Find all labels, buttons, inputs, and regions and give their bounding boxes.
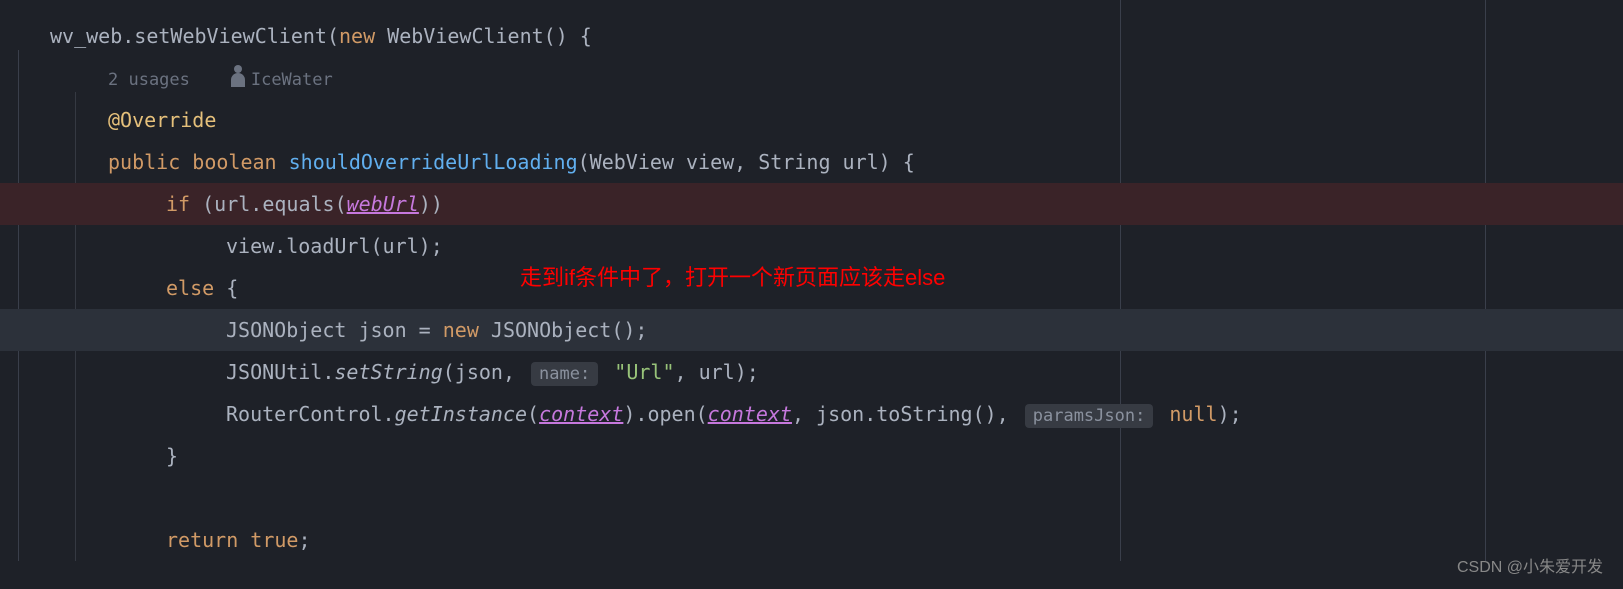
code-editor[interactable]: wv_web.setWebViewClient(new WebViewClien… xyxy=(0,0,1623,561)
keyword-public: public xyxy=(108,150,180,174)
keyword-else: else xyxy=(166,276,214,300)
keyword-new: new xyxy=(339,24,375,48)
code-text: WebViewClient() { xyxy=(375,24,592,48)
variable-context[interactable]: context xyxy=(708,402,792,426)
code-text: RouterControl. xyxy=(226,402,395,426)
code-text: { xyxy=(214,276,238,300)
annotation-override: @Override xyxy=(108,108,216,132)
code-line[interactable]: return true; xyxy=(0,519,1623,561)
code-text: , json.toString(), xyxy=(792,402,1021,426)
code-text: JSONObject json = xyxy=(226,318,443,342)
code-text: JSONObject(); xyxy=(479,318,648,342)
string-literal: "Url" xyxy=(614,360,674,384)
keyword-new: new xyxy=(443,318,479,342)
code-line[interactable]: else { xyxy=(0,267,1623,309)
code-text: wv_web.setWebViewClient( xyxy=(50,24,339,48)
code-text: (json, xyxy=(443,360,527,384)
code-text: ); xyxy=(1218,402,1242,426)
code-line[interactable]: JSONUtil.setString(json, name: "Url", ur… xyxy=(0,351,1623,393)
keyword-return: return xyxy=(166,528,238,552)
user-icon xyxy=(231,73,245,87)
code-line-empty[interactable] xyxy=(0,477,1623,519)
code-line[interactable]: RouterControl.getInstance(context).open(… xyxy=(0,393,1623,435)
inlay-hint-line: 2 usages IceWater xyxy=(0,57,1623,99)
close-brace: } xyxy=(166,444,178,468)
code-line[interactable]: @Override xyxy=(0,99,1623,141)
code-text: )) xyxy=(419,192,443,216)
param-hint-name: name: xyxy=(531,362,598,386)
code-text: ).open( xyxy=(623,402,707,426)
keyword-null: null xyxy=(1169,402,1217,426)
code-text: JSONUtil. xyxy=(226,360,334,384)
code-line[interactable]: } xyxy=(0,435,1623,477)
code-line[interactable]: public boolean shouldOverrideUrlLoading(… xyxy=(0,141,1623,183)
method-params: (WebView view, String url) { xyxy=(578,150,915,174)
code-line-current[interactable]: JSONObject json = new JSONObject(); xyxy=(0,309,1623,351)
method-name: shouldOverrideUrlLoading xyxy=(289,150,578,174)
code-text: view.loadUrl(url); xyxy=(226,234,443,258)
code-text: ( xyxy=(527,402,539,426)
keyword-if: if xyxy=(166,192,190,216)
usages-hint[interactable]: 2 usages xyxy=(108,70,190,90)
code-text: (url.equals( xyxy=(190,192,347,216)
keyword-true: true xyxy=(250,528,298,552)
method-getinstance: getInstance xyxy=(395,402,527,426)
watermark: CSDN @小朱爱开发 xyxy=(1457,555,1603,581)
code-text: , url); xyxy=(675,360,759,384)
keyword-boolean: boolean xyxy=(192,150,276,174)
variable-weburl[interactable]: webUrl xyxy=(347,192,419,216)
code-line[interactable]: view.loadUrl(url); xyxy=(0,225,1623,267)
author-hint[interactable]: IceWater xyxy=(251,70,333,90)
variable-context[interactable]: context xyxy=(539,402,623,426)
method-setstring: setString xyxy=(334,360,442,384)
code-line[interactable]: wv_web.setWebViewClient(new WebViewClien… xyxy=(0,15,1623,57)
param-hint-paramsjson: paramsJson: xyxy=(1025,404,1154,428)
code-line-breakpoint[interactable]: if (url.equals(webUrl)) xyxy=(0,183,1623,225)
code-text: ; xyxy=(298,528,310,552)
